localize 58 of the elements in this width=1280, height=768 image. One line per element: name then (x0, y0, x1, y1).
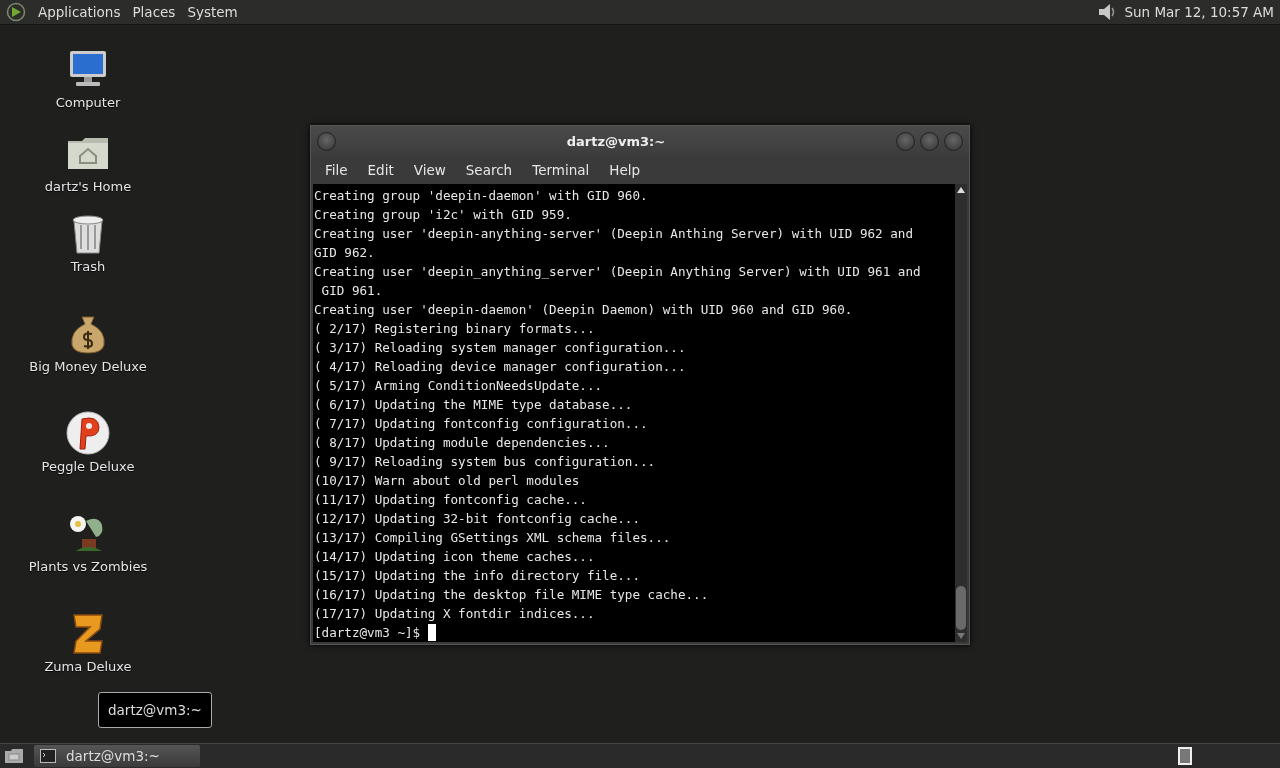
clock[interactable]: Sun Mar 12, 10:57 AM (1124, 4, 1274, 20)
letter-ball-icon (64, 409, 112, 457)
close-button[interactable] (944, 131, 963, 151)
terminal-line: Creating user 'deepin-daemon' (Deepin Daemon) with UID 960 and GID 960. (314, 301, 853, 319)
taskbar-button[interactable]: dartz@vm3:~ (34, 745, 200, 767)
scrollbar[interactable] (955, 184, 967, 642)
terminal-line: Creating group 'i2c' with GID 959. (314, 206, 572, 224)
menu-item[interactable]: Edit (357, 162, 404, 178)
menu-item[interactable]: Search (455, 162, 523, 178)
terminal-line: Creating group 'deepin-daemon' with GID 960. (314, 187, 648, 205)
menu-item[interactable]: Help (599, 162, 651, 178)
show-desktop-icon (4, 748, 24, 764)
terminal-line: (12/17) Updating 32-bit fontconfig cache... (314, 510, 641, 528)
window-title: dartz@vm3:~ (565, 133, 667, 149)
terminal-line: (17/17) Updating X fontdir indices... (314, 605, 595, 623)
panel-menu[interactable]: System (181, 4, 244, 20)
terminal-line: (16/17) Updating the desktop file MIME type cache... (314, 586, 709, 604)
terminal-line: ( 4/17) Reloading device manager configuration... (314, 358, 686, 376)
scrollbar-thumb[interactable] (956, 586, 966, 630)
terminal-line: (11/17) Updating fontconfig cache... (314, 491, 587, 509)
terminal-line: ( 3/17) Reloading system manager configuration... (314, 339, 686, 357)
menu-item[interactable]: View (403, 162, 456, 178)
terminal-line: ( 2/17) Registering binary formats... (314, 320, 595, 338)
terminal-icon (40, 749, 56, 763)
icon-label[interactable]: Big Money Deluxe (29, 359, 147, 374)
terminal-line: Creating user 'deepin_anything_server' (Deepin Anything Server) with UID 961 and (314, 263, 921, 281)
terminal-line: (10/17) Warn about old perl modules (314, 472, 580, 490)
icon-label[interactable]: Plants vs Zombies (28, 559, 148, 574)
terminal-line: (13/17) Compiling GSettings XML schema files... (314, 529, 671, 547)
terminal-line: ( 5/17) Arming ConditionNeedsUpdate... (314, 377, 603, 395)
terminal-line: GID 961. (320, 282, 383, 300)
icon-label[interactable]: dartz's Home (44, 179, 132, 194)
menu-item[interactable]: File (315, 162, 358, 178)
scroll-down-icon (957, 633, 965, 639)
terminal-line: GID 962. (314, 244, 375, 262)
terminal-line: ( 8/17) Updating module dependencies... (314, 434, 610, 452)
icon-label[interactable]: Trash (70, 259, 106, 274)
tooltip: dartz@vm3:~ (98, 692, 212, 728)
menu-item[interactable]: Terminal (522, 162, 600, 178)
shell-prompt: [dartz@vm3 ~]$ (314, 624, 421, 642)
minimize-button[interactable] (896, 131, 915, 151)
terminal-line: ( 6/17) Updating the MIME type database... (314, 396, 633, 414)
scroll-up-icon (957, 187, 965, 193)
icon-label[interactable]: Zuma Deluxe (44, 659, 132, 674)
terminal-line: (14/17) Updating icon theme caches... (314, 548, 595, 566)
icon-label[interactable]: Computer (55, 95, 121, 110)
terminal-line: ( 7/17) Updating fontconfig configuration... (314, 415, 648, 433)
panel-menu[interactable]: Places (126, 4, 182, 20)
panel-menu[interactable]: Applications (32, 4, 127, 20)
terminal-line: (15/17) Updating the info directory file... (314, 567, 641, 585)
text-cursor (428, 624, 437, 641)
workspace-switcher[interactable] (1178, 747, 1192, 765)
terminal-line: ( 9/17) Reloading system bus configuration... (314, 453, 656, 471)
launcher-icon (6, 2, 26, 22)
terminal-line: Creating user 'deepin-anything-server' (Deepin Anthing Server) with UID 962 and (314, 225, 913, 243)
icon-label[interactable]: Peggle Deluxe (41, 459, 135, 474)
maximize-button[interactable] (920, 131, 939, 151)
window-menu-button[interactable] (317, 131, 336, 151)
